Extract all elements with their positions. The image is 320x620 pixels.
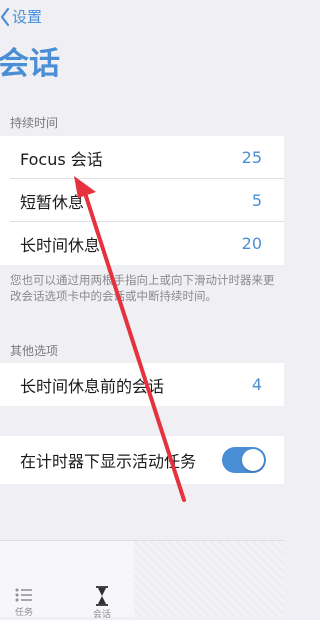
row-show-active-task: 在计时器下显示活动任务 bbox=[0, 436, 284, 484]
row-short-break[interactable]: 短暂休息 5 bbox=[0, 179, 284, 222]
row-label: 长时间休息前的会话 bbox=[20, 376, 165, 396]
section-header-other: 其他选项 bbox=[10, 344, 59, 358]
list-icon bbox=[15, 588, 32, 602]
duration-group: Focus 会话 25 短暂休息 5 长时间休息 20 bbox=[0, 136, 284, 265]
section-header-duration: 持续时间 bbox=[10, 116, 59, 130]
back-label: 设置 bbox=[12, 8, 43, 26]
tab-label: 会话 bbox=[92, 610, 111, 620]
row-label: 短暂休息 bbox=[20, 192, 85, 212]
row-label: Focus 会话 bbox=[20, 149, 103, 169]
tab-label: 任务 bbox=[14, 608, 33, 618]
duration-footer-note: 您也可以通过用两根手指向上或向下滑动计时器来更改会话选项卡中的会话或中断持续时间… bbox=[10, 273, 275, 303]
back-button[interactable]: 设置 bbox=[0, 6, 42, 27]
tab-bar: 任务 会话 bbox=[0, 540, 284, 620]
blurred-area bbox=[134, 541, 284, 617]
show-active-task-toggle[interactable] bbox=[222, 447, 266, 473]
show-active-task-group: 在计时器下显示活动任务 bbox=[0, 436, 284, 484]
row-focus-session[interactable]: Focus 会话 25 bbox=[0, 136, 284, 179]
row-sessions-before-long-break[interactable]: 长时间休息前的会话 4 bbox=[0, 363, 284, 406]
annotation-arrow bbox=[74, 176, 186, 502]
other-options-group: 长时间休息前的会话 4 bbox=[0, 363, 284, 406]
row-value: 5 bbox=[251, 191, 262, 210]
chevron-left-icon bbox=[0, 7, 10, 26]
row-label: 在计时器下显示活动任务 bbox=[20, 452, 197, 471]
hourglass-icon bbox=[96, 586, 108, 606]
tab-sessions[interactable]: 会话 bbox=[82, 585, 122, 620]
row-label: 长时间休息 bbox=[20, 235, 101, 255]
row-value: 4 bbox=[251, 375, 262, 394]
row-value: 20 bbox=[241, 234, 262, 253]
page-title: 会话 bbox=[0, 46, 60, 82]
tab-tasks[interactable]: 任务 bbox=[4, 585, 44, 618]
row-value: 25 bbox=[241, 148, 262, 167]
row-long-break[interactable]: 长时间休息 20 bbox=[0, 222, 284, 265]
toggle-knob bbox=[242, 449, 264, 471]
